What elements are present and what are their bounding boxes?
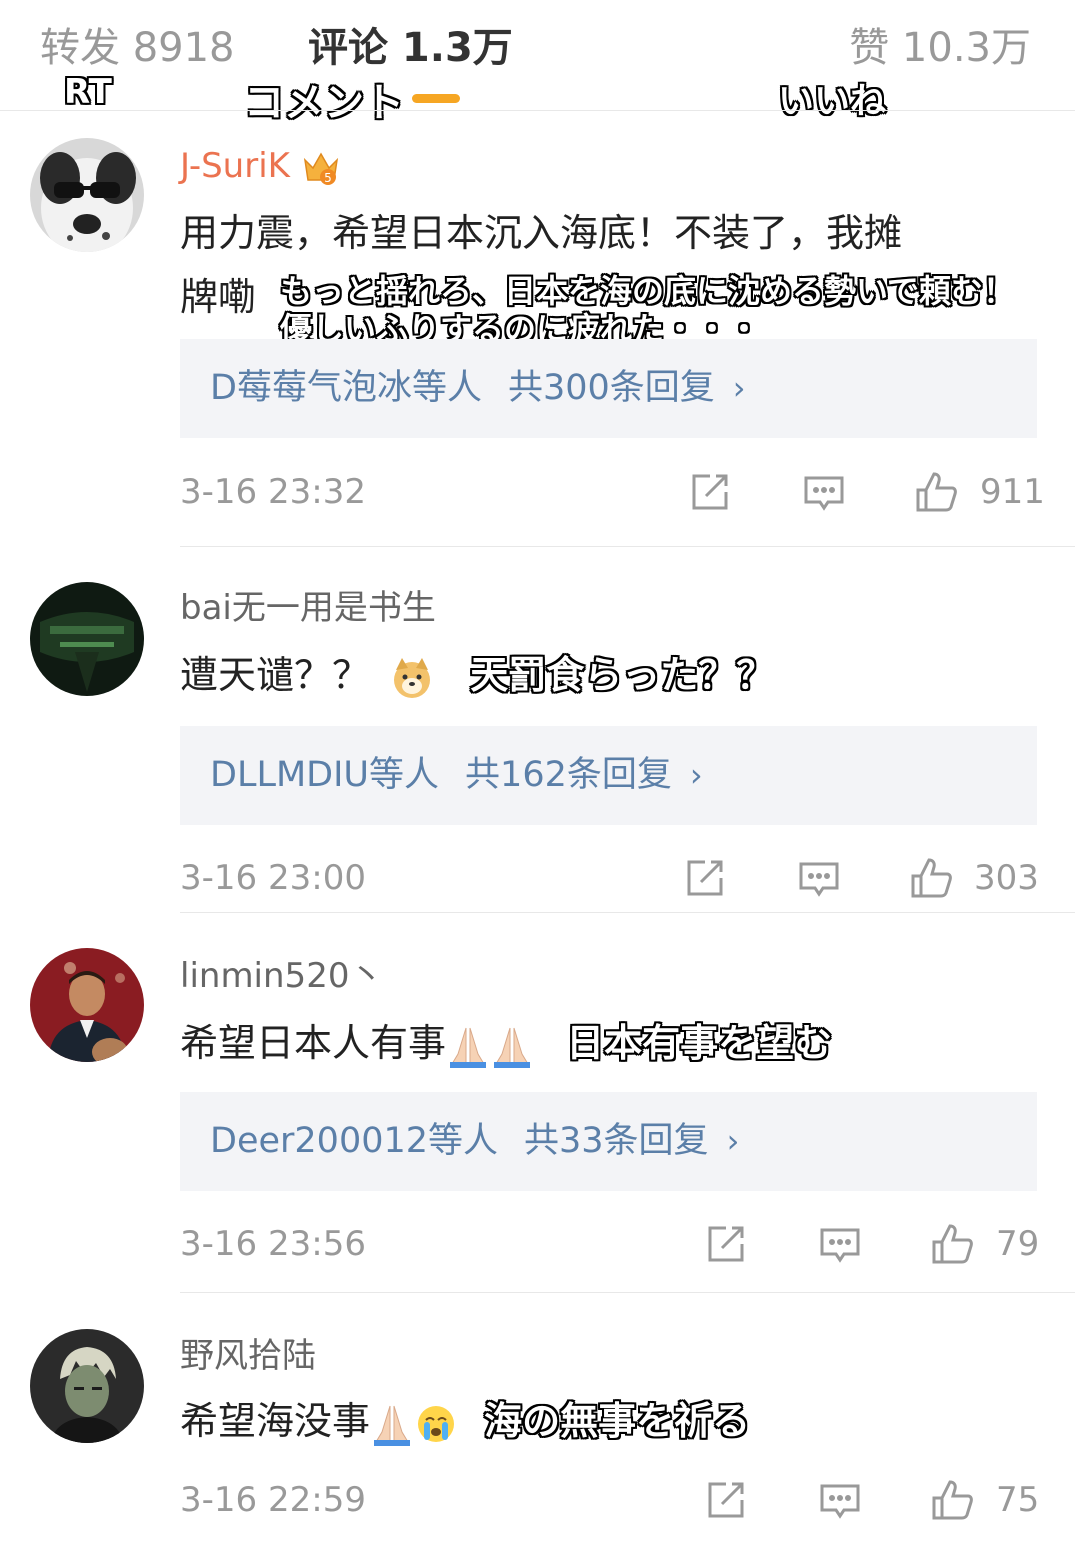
praying-hands-icon [370, 1402, 414, 1446]
like-icon[interactable] [914, 470, 958, 514]
active-tab-indicator [412, 94, 460, 103]
tab-likes[interactable]: 赞 10.3万 [849, 22, 1031, 74]
translation: 天罰食らった？？ [470, 653, 775, 697]
reply-count[interactable]: 共162条回复 [465, 755, 672, 795]
timestamp: 3-16 23:32 [180, 472, 366, 512]
overlay-label-likes: いいね [778, 81, 887, 122]
like-count: 911 [980, 472, 1045, 512]
timestamp: 3-16 22:59 [180, 1480, 366, 1520]
comment-text-body: 遭天谴？？ [180, 653, 371, 697]
comment-text-body: 希望海没事 [180, 1399, 371, 1443]
reply-preview[interactable]: D莓莓气泡冰等人 共300条回复 › [180, 339, 1037, 438]
reply-count[interactable]: 共300条回复 [508, 368, 715, 408]
doge-icon [390, 656, 434, 700]
avatar[interactable] [30, 138, 144, 252]
comment-divider [180, 1292, 1075, 1293]
reply-preview[interactable]: DLLMDIU等人 共162条回复 › [180, 726, 1037, 825]
comment-divider [180, 546, 1075, 547]
comment-divider [180, 912, 1075, 913]
username[interactable]: 野风拾陆 [180, 1334, 316, 1378]
header-divider [0, 110, 1075, 111]
comment-icon[interactable] [797, 856, 841, 900]
share-icon[interactable] [704, 1478, 748, 1522]
share-icon[interactable] [683, 856, 727, 900]
translation: 日本有事を望む [566, 1021, 833, 1065]
timestamp: 3-16 23:00 [180, 858, 366, 898]
reply-users[interactable]: D莓莓气泡冰等人 [210, 368, 482, 408]
reply-users[interactable]: DLLMDIU等人 [210, 755, 439, 795]
reply-preview[interactable]: Deer200012等人 共33条回复 › [180, 1092, 1037, 1191]
comment-text: 遭天谴？？ 天罰食らった？？ [180, 650, 774, 700]
comment-icon[interactable] [818, 1222, 862, 1266]
comment-text: 用力震，希望日本沉入海底！不装了，我摊 牌嘞 もっと揺れろ、日本を海の底に沈める… [180, 208, 1015, 348]
like-icon[interactable] [930, 1222, 974, 1266]
avatar[interactable] [30, 582, 144, 696]
crown-level-5-icon: 5 [302, 150, 340, 186]
tab-comments[interactable]: 评论 1.3万 [308, 22, 513, 74]
tab-bar: 转发 8918 评论 1.3万 赞 10.3万 RT コメント いいね [0, 0, 1075, 126]
username[interactable]: bai无一用是书生 [180, 586, 436, 630]
comment-text-line1: 用力震，希望日本沉入海底！不装了，我摊 [180, 211, 903, 255]
overlay-label-comments: コメント [244, 80, 404, 126]
overlay-label-repost: RT [64, 72, 112, 112]
praying-hands-icon [446, 1024, 534, 1068]
comment-text: 希望日本人有事 日本有事を望む [180, 1018, 832, 1068]
username[interactable]: J-SuriK 5 [180, 144, 340, 188]
translation: 海の無事を祈る [484, 1399, 751, 1443]
like-icon[interactable] [909, 856, 953, 900]
like-count: 75 [996, 1480, 1040, 1520]
avatar[interactable] [30, 948, 144, 1062]
comment-icon[interactable] [802, 470, 846, 514]
avatar[interactable] [30, 1329, 144, 1443]
like-icon[interactable] [930, 1478, 974, 1522]
username-text[interactable]: J-SuriK [180, 146, 290, 186]
comment-text-line2: 牌嘞 [180, 275, 257, 319]
svg-text:5: 5 [324, 171, 332, 185]
like-count: 303 [974, 858, 1039, 898]
chevron-right-icon: › [689, 756, 703, 794]
comment-icon[interactable] [818, 1478, 862, 1522]
reply-count[interactable]: 共33条回复 [524, 1121, 709, 1161]
timestamp: 3-16 23:56 [180, 1224, 366, 1264]
username[interactable]: linmin520丶 [180, 954, 383, 998]
chevron-right-icon: › [732, 369, 746, 407]
crying-face-icon [414, 1402, 458, 1446]
chevron-right-icon: › [726, 1122, 740, 1160]
comment-line2-wrap: 牌嘞 もっと揺れろ、日本を海の底に沈める勢いで頼む！ 優しいふりするのに疲れた・… [180, 272, 1015, 348]
share-icon[interactable] [704, 1222, 748, 1266]
reply-users[interactable]: Deer200012等人 [210, 1121, 498, 1161]
like-count: 79 [996, 1224, 1040, 1264]
comment-text: 希望海没事 海の無事を祈る [180, 1396, 750, 1446]
comment-text-body: 希望日本人有事 [180, 1021, 447, 1065]
share-icon[interactable] [688, 470, 732, 514]
tab-repost[interactable]: 转发 8918 [40, 22, 235, 74]
